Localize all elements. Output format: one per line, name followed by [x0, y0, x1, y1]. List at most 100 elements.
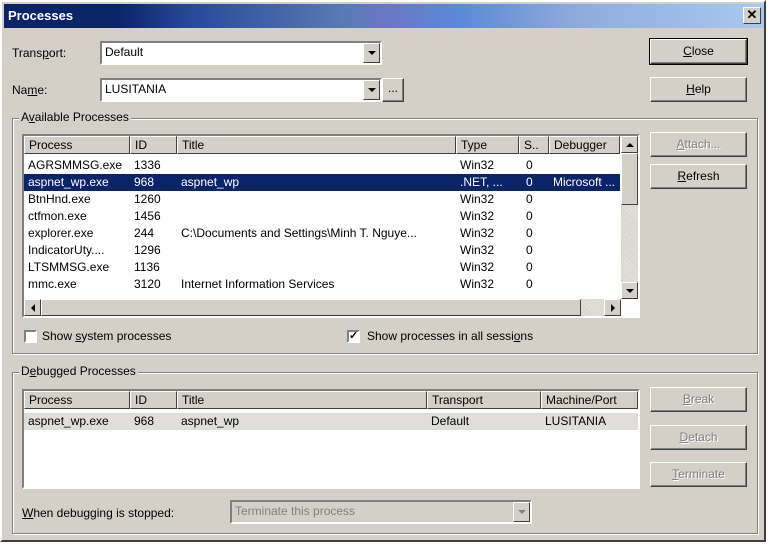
- table-row[interactable]: aspnet_wp.exe 968 aspnet_wp Default LUSI…: [24, 413, 638, 430]
- process-cell: ctfmon.exe: [28, 209, 87, 223]
- when-stopped-select[interactable]: Terminate this process: [230, 500, 532, 524]
- process-cell: aspnet_wp.exe: [28, 414, 109, 428]
- process-cell: aspnet_wp.exe: [28, 175, 109, 189]
- chevron-down-icon[interactable]: [363, 43, 380, 63]
- table-row[interactable]: mmc.exe 3120 Internet Information Servic…: [24, 276, 638, 293]
- chevron-down-icon[interactable]: [513, 502, 530, 522]
- when-stopped-label: When debugging is stopped:: [22, 506, 175, 520]
- close-button[interactable]: Close: [649, 38, 748, 65]
- col-type[interactable]: Type: [456, 136, 519, 154]
- type-cell: Win32: [460, 209, 495, 223]
- debugged-processes-list[interactable]: Process ID Title Transport Machine/Port …: [22, 389, 640, 489]
- table-row[interactable]: ctfmon.exe 1456 Win32 0: [24, 208, 638, 225]
- title-cell: aspnet_wp: [181, 175, 240, 189]
- scroll-down-icon[interactable]: [621, 282, 638, 299]
- table-row[interactable]: IndicatorUty.... 1296 Win32 0: [24, 242, 638, 259]
- id-cell: 1260: [134, 192, 161, 206]
- type-cell: Win32: [460, 192, 495, 206]
- debugger-cell: Microsoft ...: [553, 175, 616, 189]
- scroll-up-icon[interactable]: [621, 136, 638, 153]
- session-cell: 0: [526, 158, 533, 172]
- id-cell: 968: [134, 175, 155, 189]
- transport-cell: Default: [431, 414, 470, 428]
- col-session[interactable]: S..: [519, 136, 549, 154]
- attach-button[interactable]: Attach...: [650, 132, 747, 157]
- name-value: LUSITANIA: [105, 82, 167, 96]
- refresh-button[interactable]: Refresh: [650, 164, 747, 189]
- session-cell: 0: [526, 260, 533, 274]
- detach-button[interactable]: Detach: [650, 425, 747, 450]
- id-cell: 1456: [134, 209, 161, 223]
- table-row[interactable]: explorer.exe 244 C:\Documents and Settin…: [24, 225, 638, 242]
- id-cell: 3120: [134, 277, 161, 291]
- name-select[interactable]: LUSITANIA: [100, 78, 382, 102]
- browse-button[interactable]: ...: [382, 78, 404, 102]
- vertical-scroll-thumb[interactable]: [621, 153, 638, 205]
- chevron-down-icon[interactable]: [363, 80, 380, 100]
- show-all-sessions-checkbox[interactable]: ✓: [347, 330, 360, 343]
- title-cell: Internet Information Services: [181, 277, 335, 291]
- col-process[interactable]: Process: [24, 136, 130, 154]
- session-cell: 0: [526, 243, 533, 257]
- show-all-sessions-label: Show processes in all sessions: [367, 329, 534, 343]
- session-cell: 0: [526, 277, 533, 291]
- transport-value: Default: [105, 45, 144, 59]
- col-machine-port[interactable]: Machine/Port: [541, 391, 638, 409]
- type-cell: Win32: [460, 277, 495, 291]
- horizontal-scrollbar[interactable]: [24, 299, 621, 316]
- title-cell: C:\Documents and Settings\Minh T. Nguye.…: [181, 226, 417, 240]
- break-button[interactable]: Break: [650, 387, 747, 412]
- session-cell: 0: [526, 209, 533, 223]
- title-cell: aspnet_wp: [181, 414, 240, 428]
- col-process[interactable]: Process: [24, 391, 130, 409]
- process-cell: IndicatorUty....: [28, 243, 105, 257]
- table-row[interactable]: LTSMMSG.exe 1136 Win32 0: [24, 259, 638, 276]
- transport-label: Transport:: [12, 46, 67, 60]
- type-cell: .NET, ...: [460, 175, 503, 189]
- process-cell: AGRSMMSG.exe: [28, 158, 123, 172]
- horizontal-scroll-thumb[interactable]: [41, 299, 581, 316]
- type-cell: Win32: [460, 243, 495, 257]
- when-stopped-value: Terminate this process: [235, 504, 356, 518]
- id-cell: 968: [134, 414, 155, 428]
- process-cell: LTSMMSG.exe: [28, 260, 110, 274]
- debugged-processes-title: Debugged Processes: [19, 364, 138, 378]
- terminate-button[interactable]: Terminate: [650, 462, 747, 487]
- window-title: Processes: [8, 8, 74, 23]
- session-cell: 0: [526, 175, 533, 189]
- type-cell: Win32: [460, 158, 495, 172]
- name-label: Name:: [12, 83, 48, 97]
- col-title[interactable]: Title: [177, 391, 427, 409]
- machine-cell: LUSITANIA: [545, 414, 607, 428]
- table-row[interactable]: BtnHnd.exe 1260 Win32 0: [24, 191, 638, 208]
- process-cell: explorer.exe: [28, 226, 94, 240]
- session-cell: 0: [526, 226, 533, 240]
- table-row-selected[interactable]: aspnet_wp.exe 968 aspnet_wp .NET, ... 0 …: [24, 174, 620, 191]
- id-cell: 244: [134, 226, 155, 240]
- processes-dialog: Processes ✕ Transport: Default Name: LUS…: [0, 0, 766, 542]
- transport-select[interactable]: Default: [100, 41, 382, 65]
- col-transport[interactable]: Transport: [427, 391, 541, 409]
- id-cell: 1336: [134, 158, 161, 172]
- close-icon[interactable]: ✕: [743, 7, 761, 24]
- col-id[interactable]: ID: [130, 136, 177, 154]
- process-cell: BtnHnd.exe: [28, 192, 91, 206]
- available-processes-list[interactable]: Process ID Title Type S.. Debugger AGRSM…: [22, 134, 640, 318]
- table-row[interactable]: AGRSMMSG.exe 1336 Win32 0: [24, 157, 638, 174]
- show-system-label: Show system processes: [42, 329, 172, 343]
- col-debugger[interactable]: Debugger: [549, 136, 620, 154]
- id-cell: 1136: [134, 260, 160, 274]
- help-button[interactable]: Help: [650, 77, 747, 102]
- type-cell: Win32: [460, 226, 495, 240]
- type-cell: Win32: [460, 260, 495, 274]
- col-title[interactable]: Title: [177, 136, 456, 154]
- scroll-left-icon[interactable]: [24, 299, 41, 316]
- show-system-checkbox[interactable]: [24, 330, 37, 343]
- scroll-right-icon[interactable]: [604, 299, 621, 316]
- session-cell: 0: [526, 192, 533, 206]
- id-cell: 1296: [134, 243, 161, 257]
- vertical-scrollbar[interactable]: [621, 136, 638, 299]
- col-id[interactable]: ID: [130, 391, 177, 409]
- available-processes-title: Available Processes: [19, 110, 131, 124]
- title-bar: Processes ✕: [4, 4, 764, 28]
